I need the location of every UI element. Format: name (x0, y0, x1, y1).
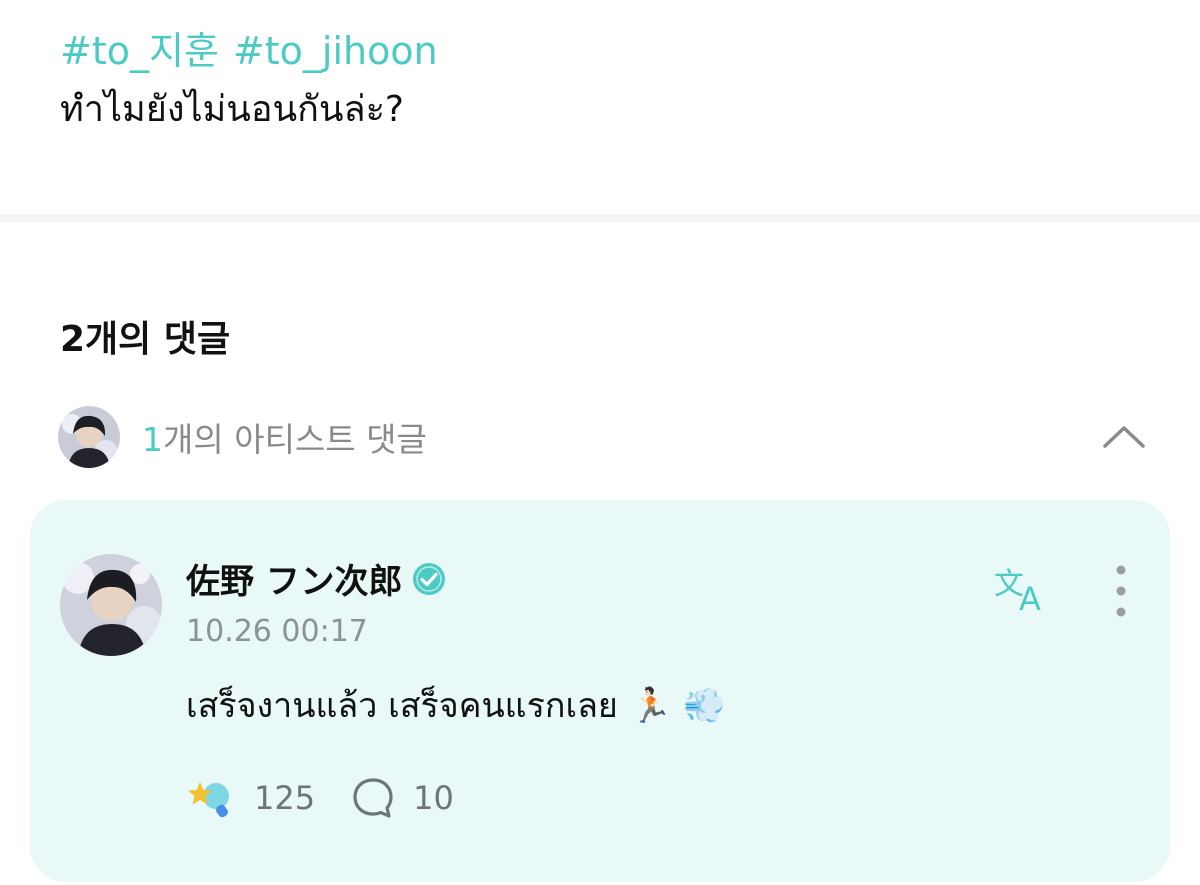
hashtag[interactable]: #to_지훈 (60, 29, 219, 73)
comment-count-heading: 2개의 댓글 (60, 319, 231, 360)
author-avatar[interactable] (60, 554, 162, 656)
comment-actions: 125 10 (186, 776, 454, 820)
svg-text:A: A (1019, 580, 1041, 614)
hashtag-list: #to_지훈 #to_jihoon (60, 28, 1140, 74)
artist-comment-label: 개의 아티스트 댓글 (163, 420, 427, 459)
author-name[interactable]: 佐野 フン次郎 (186, 554, 403, 603)
artist-comments-toggle[interactable]: 1개의 아티스트 댓글 (58, 406, 1150, 468)
artist-comment-card: 佐野 フン次郎 10.26 00:17 เสร็จงานแล้ว เสร็จคน… (30, 500, 1170, 882)
cheer-star-icon (188, 782, 229, 818)
hashtag[interactable]: #to_jihoon (233, 29, 438, 73)
comment-emoji: 🏃🏻 💨 (629, 686, 726, 726)
comment-text: เสร็จงานแล้ว เสร็จคนแรกเลย 🏃🏻 💨 (186, 678, 725, 732)
post-content: #to_지훈 #to_jihoon ทำไมยังไม่นอนกันล่ะ? (60, 28, 1140, 136)
collapse-chevron-up-icon[interactable] (1102, 416, 1146, 456)
cheer-button[interactable]: 125 (186, 776, 315, 820)
cheer-count: 125 (254, 779, 316, 817)
artist-comment-count: 1 (142, 420, 163, 459)
more-vertical-icon[interactable] (1106, 562, 1136, 620)
reply-button[interactable]: 10 (351, 776, 454, 820)
artist-comment-count-label: 1개의 아티스트 댓글 (142, 413, 427, 461)
comment-bubble-icon (353, 778, 393, 818)
translate-icon[interactable]: 文 A (994, 564, 1054, 618)
artist-avatar (58, 406, 120, 468)
post-text: ทำไมยังไม่นอนกันล่ะ? (60, 89, 405, 130)
reply-count: 10 (413, 779, 454, 817)
section-divider (0, 214, 1200, 222)
comment-timestamp: 10.26 00:17 (186, 614, 368, 649)
author-row: 佐野 フン次郎 (186, 554, 447, 603)
verified-badge-icon (411, 561, 447, 597)
comment-body: เสร็จงานแล้ว เสร็จคนแรกเลย (186, 686, 618, 726)
